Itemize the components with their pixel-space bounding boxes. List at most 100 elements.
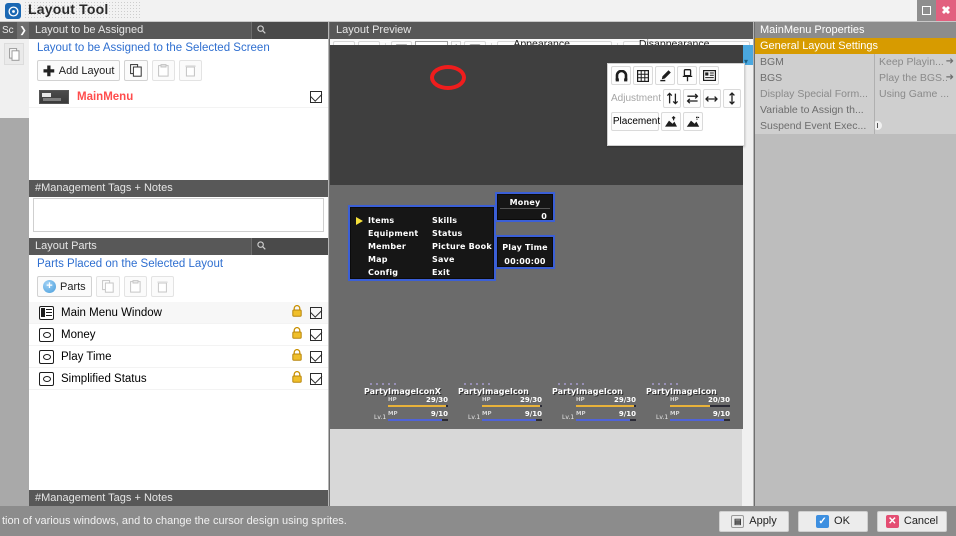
cancel-label: Cancel — [904, 515, 938, 527]
property-row-bgs[interactable]: BGS Play the BGS.. ➜ — [755, 70, 956, 86]
duplicate-layout-button[interactable] — [124, 60, 148, 81]
property-value[interactable] — [875, 118, 956, 134]
copy-icon[interactable] — [4, 43, 24, 65]
screens-strip: Sc ❯ — [0, 22, 29, 506]
swap-vertical-icon[interactable] — [663, 89, 681, 108]
resize-vertical-icon[interactable] — [723, 89, 741, 108]
magnet-icon[interactable] — [611, 66, 631, 85]
playtime-window-preview[interactable]: Play Time 00:00:00 — [495, 235, 555, 269]
import-image-icon[interactable] — [683, 112, 703, 131]
party-hp-row: HP 20/30 — [670, 397, 730, 407]
property-row-special-format[interactable]: Display Special Form... Using Game ... — [755, 86, 956, 102]
add-layout-button[interactable]: ✚ Add Layout — [37, 60, 120, 81]
assigned-notes-input[interactable] — [33, 198, 324, 232]
parts-panel-subtitle: Parts Placed on the Selected Layout — [29, 255, 328, 272]
preview-scrollbar-thumb[interactable] — [742, 45, 753, 65]
party-level: Lv.1 — [468, 414, 480, 421]
apply-button[interactable]: ▤ Apply — [719, 511, 789, 532]
list-item[interactable]: Play Time — [29, 346, 328, 368]
search-icon — [257, 241, 266, 250]
part-name: Main Menu Window — [61, 307, 162, 319]
party-member[interactable]: PartyImageIconX Lv.1 HP 29/30 MP 9/10 — [362, 381, 456, 429]
expand-strip-button[interactable]: ❯ — [17, 22, 29, 39]
cursor-arrow — [356, 217, 363, 225]
property-value[interactable]: Using Game ... — [875, 86, 956, 102]
placement-button[interactable]: Placement — [611, 112, 659, 131]
preview-header: Layout Preview — [330, 22, 753, 39]
open-arrow-icon[interactable]: ➜ — [946, 70, 954, 86]
part-visible-checkbox[interactable] — [310, 351, 322, 363]
simplified-status-preview[interactable]: PartyImageIconX Lv.1 HP 29/30 MP 9/10 — [362, 381, 740, 429]
property-row-bgm[interactable]: BGM Keep Playin... ➜ — [755, 54, 956, 70]
main-menu-window-preview[interactable]: Items Equipment Member Map Config Skills… — [348, 205, 496, 281]
add-parts-label: Parts — [60, 281, 86, 293]
assigned-search-field[interactable] — [251, 22, 328, 39]
property-value-text: Using Game ... — [879, 88, 949, 100]
ok-button[interactable]: ✓ OK — [798, 511, 868, 532]
property-value[interactable]: Play the BGS.. ➜ — [875, 70, 956, 86]
party-mp-label: MP — [670, 411, 680, 417]
export-image-icon[interactable] — [661, 112, 681, 131]
placement-label: Placement — [613, 116, 660, 127]
menu-command[interactable]: Picture Book — [432, 242, 492, 251]
lock-icon[interactable] — [292, 305, 303, 320]
swap-horizontal-icon[interactable] — [683, 89, 701, 108]
layout-thumbnail — [39, 90, 69, 104]
add-layout-label: Add Layout — [59, 65, 115, 77]
list-item[interactable]: Main Menu Window — [29, 302, 328, 324]
plus-icon: ✚ — [43, 64, 55, 78]
lock-icon[interactable] — [292, 371, 303, 386]
menu-command[interactable]: Save — [432, 255, 455, 264]
party-member[interactable]: PartyImageIcon Lv.1 HP 29/30 MP 9/10 — [456, 381, 550, 429]
marker-icon[interactable] — [655, 66, 675, 85]
money-window-preview[interactable]: Money 0 — [495, 192, 555, 222]
cancel-button[interactable]: ✕ Cancel — [877, 511, 947, 532]
maximize-button[interactable] — [917, 0, 936, 21]
menu-command[interactable]: Items — [368, 216, 394, 225]
card-icon[interactable] — [699, 66, 719, 85]
playtime-label: Play Time — [497, 243, 553, 252]
party-member[interactable]: PartyImageIcon Lv.1 HP 29/30 MP 9/10 — [550, 381, 644, 429]
parts-search-field[interactable] — [251, 238, 328, 255]
parts-panel-header: Layout Parts — [29, 238, 328, 255]
paste-layout-button[interactable] — [152, 60, 175, 81]
lock-icon[interactable] — [292, 349, 303, 364]
close-button[interactable]: ✖ — [936, 0, 956, 21]
property-value[interactable]: Keep Playin... ➜ — [875, 54, 956, 70]
duplicate-part-button[interactable] — [96, 276, 120, 297]
property-row-suspend-event[interactable]: Suspend Event Exec... — [755, 118, 956, 134]
list-item[interactable]: Simplified Status — [29, 368, 328, 390]
grid-icon[interactable] — [633, 66, 653, 85]
menu-command[interactable]: Config — [368, 268, 398, 277]
table-row[interactable]: MainMenu — [29, 86, 328, 108]
delete-layout-button[interactable] — [179, 60, 202, 81]
paste-part-button[interactable] — [124, 276, 147, 297]
party-mp-label: MP — [388, 411, 398, 417]
menu-command[interactable]: Status — [432, 229, 462, 238]
party-member[interactable]: PartyImageIcon Lv.1 HP 20/30 MP 9/10 — [644, 381, 738, 429]
ellipse-part-icon — [39, 328, 54, 342]
lock-icon[interactable] — [292, 327, 303, 342]
property-row-variable[interactable]: Variable to Assign th... — [755, 102, 956, 118]
property-value[interactable] — [875, 102, 956, 118]
preview-canvas[interactable]: Items Equipment Member Map Config Skills… — [330, 185, 743, 429]
menu-command[interactable]: Equipment — [368, 229, 418, 238]
delete-part-button[interactable] — [151, 276, 174, 297]
list-item[interactable]: Money — [29, 324, 328, 346]
part-visible-checkbox[interactable] — [310, 329, 322, 341]
properties-column: MainMenu Properties General Layout Setti… — [755, 22, 956, 506]
party-hp-row: HP 29/30 — [482, 397, 542, 407]
preview-column: Layout Preview 0.44 ▴ ▾ — [330, 22, 754, 506]
menu-command[interactable]: Skills — [432, 216, 457, 225]
status-bar-text: tion of various windows, and to change t… — [0, 515, 719, 527]
pin-icon[interactable] — [677, 66, 697, 85]
menu-command[interactable]: Member — [368, 242, 406, 251]
part-visible-checkbox[interactable] — [310, 373, 322, 385]
add-parts-button[interactable]: + Parts — [37, 276, 92, 297]
layout-visible-checkbox[interactable] — [310, 91, 322, 103]
part-visible-checkbox[interactable] — [310, 307, 322, 319]
menu-command[interactable]: Exit — [432, 268, 450, 277]
resize-horizontal-icon[interactable] — [703, 89, 721, 108]
open-arrow-icon[interactable]: ➜ — [946, 54, 954, 70]
menu-command[interactable]: Map — [368, 255, 388, 264]
